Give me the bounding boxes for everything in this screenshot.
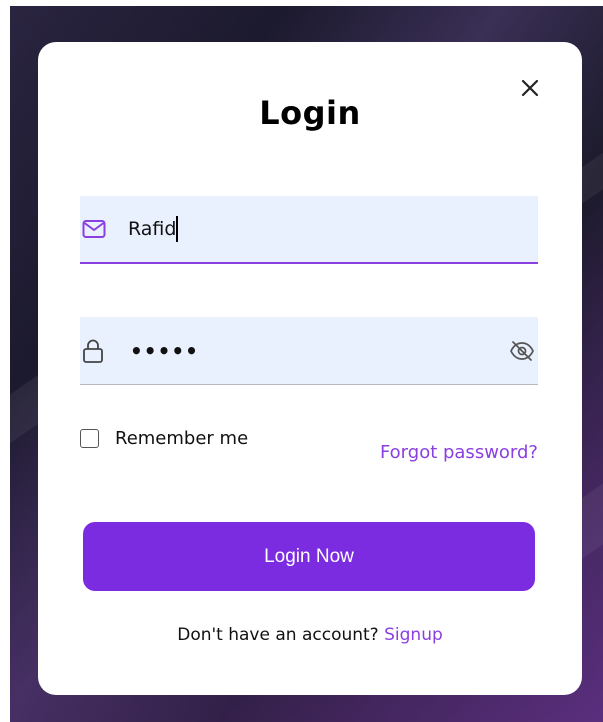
forgot-password-link[interactable]: Forgot password? — [380, 442, 538, 463]
login-modal: Login Rafid ••••• Remember me Forgot pas… — [38, 42, 582, 695]
password-visibility-toggle[interactable] — [508, 337, 536, 365]
email-value: Rafid — [128, 218, 177, 240]
email-field[interactable]: Rafid — [80, 196, 538, 264]
password-field[interactable]: ••••• — [80, 317, 538, 385]
remember-me-label: Remember me — [115, 428, 249, 449]
remember-me[interactable]: Remember me — [80, 428, 248, 449]
login-button[interactable]: Login Now — [83, 522, 535, 591]
remember-me-checkbox[interactable] — [80, 429, 99, 448]
page-title: Login — [259, 94, 361, 132]
mail-icon — [82, 217, 106, 241]
email-input[interactable]: Rafid — [128, 216, 538, 242]
signup-prompt: Don't have an account? Signup — [38, 625, 582, 645]
signup-link[interactable]: Signup — [384, 625, 443, 645]
lock-icon — [82, 339, 106, 363]
eye-off-icon — [510, 340, 534, 361]
password-input[interactable]: ••••• — [130, 339, 508, 363]
signup-prompt-text: Don't have an account? — [177, 625, 379, 645]
text-cursor — [176, 216, 179, 242]
